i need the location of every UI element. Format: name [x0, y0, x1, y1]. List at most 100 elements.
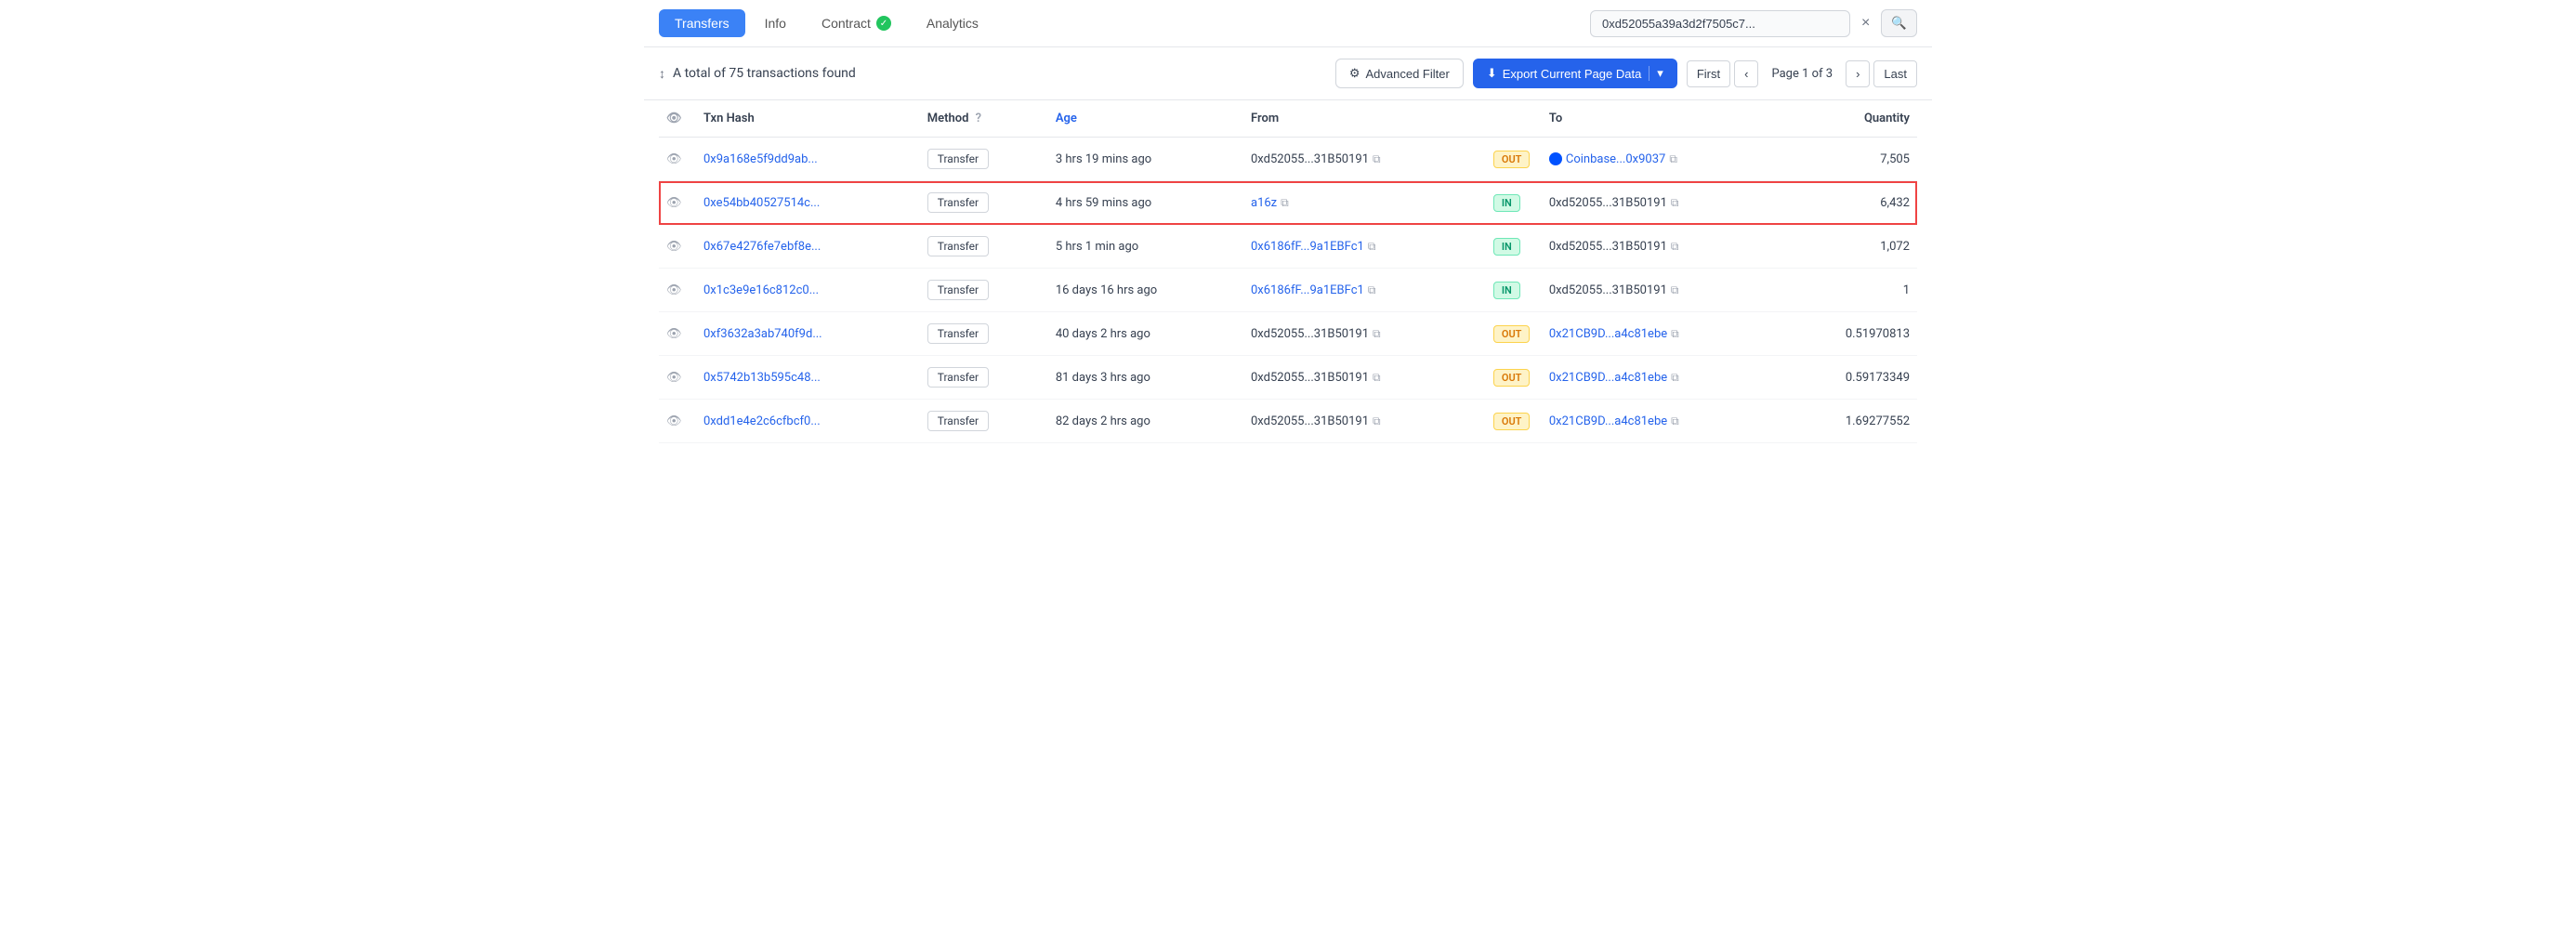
search-button[interactable]: 🔍	[1881, 9, 1917, 37]
col-age: Age	[1048, 100, 1243, 138]
to-address[interactable]: 0x21CB9D...a4c81ebe	[1549, 371, 1667, 385]
copy-from-icon[interactable]: ⧉	[1373, 371, 1381, 384]
from-address[interactable]: a16z	[1251, 196, 1277, 210]
from-address[interactable]: 0x6186fF...9a1EBFc1	[1251, 240, 1364, 254]
col-to: To	[1542, 100, 1784, 138]
row-eye-cell: 👁	[659, 400, 696, 443]
tab-analytics-label: Analytics	[927, 16, 979, 31]
row-to: 0x21CB9D...a4c81ebe ⧉	[1542, 312, 1784, 356]
row-txn-hash: 0x1c3e9e16c812c0...	[696, 269, 920, 312]
next-page-button[interactable]: ›	[1846, 60, 1870, 87]
row-direction: OUT	[1486, 138, 1542, 181]
txn-hash-link[interactable]: 0xf3632a3ab740f9d...	[703, 327, 822, 341]
eye-icon[interactable]: 👁	[666, 414, 682, 428]
eye-icon[interactable]: 👁	[666, 240, 682, 254]
total-text: A total of 75 transactions found	[673, 66, 856, 81]
row-from: 0x6186fF...9a1EBFc1 ⧉	[1243, 269, 1486, 312]
transactions-table: 👁 Txn Hash Method ? Age From	[659, 100, 1917, 443]
method-badge: Transfer	[927, 323, 989, 344]
method-badge: Transfer	[927, 280, 989, 300]
address-input[interactable]	[1590, 10, 1850, 37]
close-button[interactable]: ×	[1858, 11, 1873, 35]
copy-to-icon[interactable]: ⧉	[1671, 240, 1679, 253]
total-info: ↕ A total of 75 transactions found	[659, 66, 856, 82]
eye-icon[interactable]: 👁	[666, 152, 682, 166]
txn-hash-link[interactable]: 0x1c3e9e16c812c0...	[703, 283, 819, 297]
direction-badge: OUT	[1493, 413, 1531, 430]
top-nav: Transfers Info Contract ✓ Analytics × 🔍	[644, 0, 1932, 47]
tab-analytics[interactable]: Analytics	[911, 9, 994, 37]
row-quantity: 0.51970813	[1784, 312, 1917, 356]
table-body: 👁0x9a168e5f9dd9ab...Transfer3 hrs 19 min…	[659, 138, 1917, 443]
toolbar: ↕ A total of 75 transactions found ⚙ Adv…	[644, 47, 1932, 100]
copy-to-icon[interactable]: ⧉	[1669, 152, 1677, 165]
tab-transfers-label: Transfers	[675, 16, 729, 31]
row-txn-hash: 0xdd1e4e2c6cfbcf0...	[696, 400, 920, 443]
tab-list: Transfers Info Contract ✓ Analytics	[659, 9, 994, 37]
copy-from-icon[interactable]: ⧉	[1281, 196, 1289, 209]
copy-to-icon[interactable]: ⧉	[1671, 371, 1679, 384]
eye-icon[interactable]: 👁	[666, 283, 682, 297]
sort-icon: ↕	[659, 66, 665, 82]
tab-transfers[interactable]: Transfers	[659, 9, 745, 37]
to-address[interactable]: 0x21CB9D...a4c81ebe	[1549, 327, 1667, 341]
row-method: Transfer	[920, 138, 1048, 181]
table-header-row: 👁 Txn Hash Method ? Age From	[659, 100, 1917, 138]
first-page-button[interactable]: First	[1687, 60, 1730, 87]
row-to: 0x21CB9D...a4c81ebe ⧉	[1542, 356, 1784, 400]
txn-hash-link[interactable]: 0xe54bb40527514c...	[703, 196, 820, 210]
copy-to-icon[interactable]: ⧉	[1671, 327, 1679, 340]
from-address[interactable]: 0x6186fF...9a1EBFc1	[1251, 283, 1364, 297]
method-question-icon[interactable]: ?	[976, 112, 981, 125]
advanced-filter-button[interactable]: ⚙ Advanced Filter	[1335, 59, 1464, 88]
txn-hash-link[interactable]: 0x67e4276fe7ebf8e...	[703, 240, 821, 254]
copy-from-icon[interactable]: ⧉	[1373, 152, 1381, 165]
row-age: 3 hrs 19 mins ago	[1048, 138, 1243, 181]
last-page-button[interactable]: Last	[1873, 60, 1917, 87]
method-label: Method	[927, 112, 969, 125]
method-badge: Transfer	[927, 367, 989, 388]
row-method: Transfer	[920, 356, 1048, 400]
copy-from-icon[interactable]: ⧉	[1373, 414, 1381, 427]
toolbar-right: ⚙ Advanced Filter ⬇ Export Current Page …	[1335, 59, 1917, 88]
copy-from-icon[interactable]: ⧉	[1373, 327, 1381, 340]
row-method: Transfer	[920, 312, 1048, 356]
main-container: Transfers Info Contract ✓ Analytics × 🔍 …	[644, 0, 1932, 443]
copy-to-icon[interactable]: ⧉	[1671, 196, 1679, 209]
row-eye-cell: 👁	[659, 225, 696, 269]
to-address[interactable]: Coinbase...0x9037	[1566, 152, 1665, 166]
row-from: 0xd52055...31B50191⧉	[1243, 312, 1486, 356]
txn-hash-link[interactable]: 0x5742b13b595c48...	[703, 371, 821, 385]
tab-info[interactable]: Info	[749, 9, 802, 37]
contract-check-icon: ✓	[876, 16, 891, 31]
row-to: 0xd52055...31B50191⧉	[1542, 269, 1784, 312]
txn-hash-label: Txn Hash	[703, 112, 755, 125]
txn-hash-link[interactable]: 0xdd1e4e2c6cfbcf0...	[703, 414, 821, 428]
col-txn-hash: Txn Hash	[696, 100, 920, 138]
row-from: 0xd52055...31B50191⧉	[1243, 400, 1486, 443]
row-to: Coinbase...0x9037 ⧉	[1542, 138, 1784, 181]
tab-contract-label: Contract	[821, 16, 871, 31]
row-eye-cell: 👁	[659, 138, 696, 181]
row-quantity: 6,432	[1784, 181, 1917, 225]
row-age: 82 days 2 hrs ago	[1048, 400, 1243, 443]
row-direction: OUT	[1486, 356, 1542, 400]
eye-icon[interactable]: 👁	[666, 327, 682, 341]
copy-from-icon[interactable]: ⧉	[1368, 283, 1376, 296]
to-address[interactable]: 0x21CB9D...a4c81ebe	[1549, 414, 1667, 428]
row-direction: IN	[1486, 181, 1542, 225]
txn-hash-link[interactable]: 0x9a168e5f9dd9ab...	[703, 152, 818, 166]
copy-to-icon[interactable]: ⧉	[1671, 283, 1679, 296]
row-quantity: 1.69277552	[1784, 400, 1917, 443]
copy-to-icon[interactable]: ⧉	[1671, 414, 1679, 427]
copy-from-icon[interactable]: ⧉	[1368, 240, 1376, 253]
eye-icon[interactable]: 👁	[666, 371, 682, 385]
row-from: 0x6186fF...9a1EBFc1 ⧉	[1243, 225, 1486, 269]
export-label: Export Current Page Data	[1503, 67, 1642, 81]
tab-contract[interactable]: Contract ✓	[806, 9, 907, 37]
prev-page-button[interactable]: ‹	[1734, 60, 1758, 87]
from-address: 0xd52055...31B50191	[1251, 152, 1369, 166]
row-age: 16 days 16 hrs ago	[1048, 269, 1243, 312]
export-button[interactable]: ⬇ Export Current Page Data ▾	[1473, 59, 1677, 88]
eye-icon[interactable]: 👁	[666, 196, 682, 210]
